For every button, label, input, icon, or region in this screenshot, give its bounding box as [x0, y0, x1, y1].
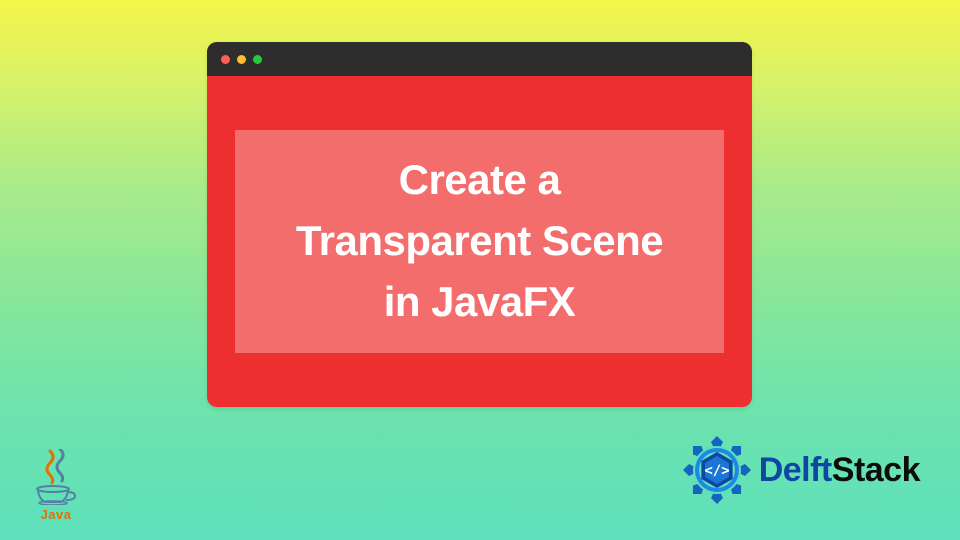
titlebar: [207, 42, 752, 76]
maximize-icon[interactable]: [253, 55, 262, 64]
delftstack-icon: </>: [679, 432, 755, 508]
java-logo: Java: [35, 449, 77, 522]
java-steam-icon: [36, 449, 76, 485]
app-window: Create a Transparent Scene in JavaFX: [207, 42, 752, 407]
window-content: Create a Transparent Scene in JavaFX: [207, 76, 752, 407]
title-line-3: in JavaFX: [384, 278, 576, 325]
delftstack-text-delft: Delft: [759, 451, 832, 490]
title-text: Create a Transparent Scene in JavaFX: [247, 150, 712, 333]
svg-text:</>: </>: [704, 463, 729, 479]
title-line-2: Transparent Scene: [296, 217, 663, 264]
title-line-1: Create a: [399, 156, 561, 203]
java-cup-icon: [35, 485, 77, 505]
title-box: Create a Transparent Scene in JavaFX: [235, 130, 724, 353]
minimize-icon[interactable]: [237, 55, 246, 64]
java-logo-label: Java: [41, 507, 72, 522]
close-icon[interactable]: [221, 55, 230, 64]
delftstack-text: DelftStack: [759, 451, 920, 490]
delftstack-logo: </> DelftStack: [679, 432, 920, 508]
delftstack-text-stack: Stack: [832, 451, 920, 490]
